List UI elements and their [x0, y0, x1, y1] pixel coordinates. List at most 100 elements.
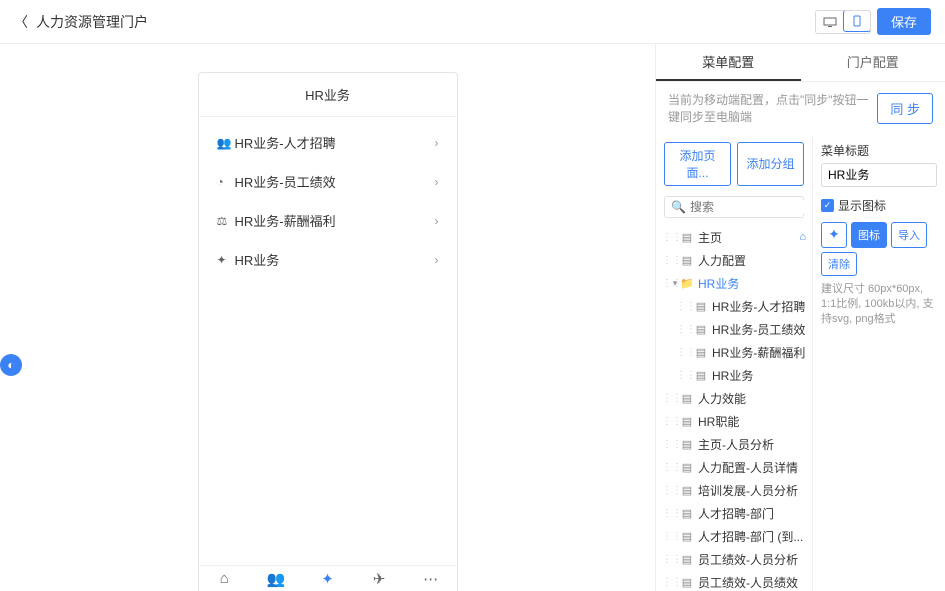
bottom-tab[interactable]: 👥人力配置	[250, 570, 302, 591]
menu-title-label: 菜单标题	[821, 142, 937, 159]
tree-node-icon: ▤	[680, 507, 694, 520]
tree-node-icon: ▤	[680, 254, 694, 267]
save-button[interactable]: 保存	[877, 8, 931, 35]
chevron-right-icon: ›	[435, 253, 439, 267]
drag-handle-icon[interactable]: ⋮⋮	[676, 324, 684, 335]
tree-item[interactable]: ⋮⋮▤HR业务	[656, 364, 812, 387]
drag-handle-icon[interactable]: ⋮⋮	[662, 531, 670, 542]
tree-item[interactable]: ⋮⋮ ▤ HR职能	[656, 410, 812, 433]
drag-handle-icon[interactable]: ⋮⋮	[662, 554, 670, 565]
tree-item[interactable]: ⋮⋮▤人力效能	[656, 387, 812, 410]
tree-item[interactable]: ⋮⋮▤HR业务-员工绩效	[656, 318, 812, 341]
drag-handle-icon[interactable]: ⋮⋮	[662, 577, 670, 588]
menu-item-label: HR业务-薪酬福利	[235, 211, 435, 230]
drag-handle-icon[interactable]: ⋮⋮	[662, 393, 670, 404]
device-desktop-button[interactable]	[816, 11, 844, 33]
tree-node-icon: ▤	[680, 392, 694, 405]
phone-bottom-tabs: ⌂主页👥人力配置✦HR业务✈人力效能⋯更多	[199, 565, 457, 591]
tree-node-icon: ▤	[680, 553, 694, 566]
icon-select-button[interactable]: 图标	[851, 222, 887, 248]
phone-menu-item[interactable]: ◔HR业务-员工绩效›	[199, 162, 457, 201]
bottom-tab[interactable]: ✈人力效能	[353, 570, 405, 591]
tree-item[interactable]: ⋮⋮ ▤ 员工绩效-人员分析	[656, 548, 812, 571]
drag-handle-icon[interactable]: ⋮⋮	[662, 232, 670, 243]
drag-handle-icon[interactable]: ⋮⋮	[662, 485, 670, 496]
tree-node-icon: ▤	[680, 530, 694, 543]
chevron-right-icon: ›	[435, 214, 439, 228]
drag-handle-icon[interactable]: ⋮⋮	[676, 347, 684, 358]
drag-handle-icon[interactable]: ⋮⋮	[662, 416, 670, 427]
search-icon: 🔍	[671, 200, 686, 214]
drag-handle-icon[interactable]: ⋮⋮	[662, 278, 670, 289]
menu-item-icon: ⚖	[217, 214, 235, 228]
menu-item-label: HR业务-人才招聘	[235, 133, 435, 152]
drag-handle-icon[interactable]: ⋮⋮	[662, 255, 670, 266]
tab-icon: ✦	[321, 570, 334, 588]
tab-menu-config[interactable]: 菜单配置	[656, 44, 801, 81]
phone-preview: HR业务 👥HR业务-人才招聘›◔HR业务-员工绩效›⚖HR业务-薪酬福利›✦H…	[198, 72, 458, 591]
tree-item[interactable]: ⋮⋮ ▤ 培训发展-人员分析	[656, 479, 812, 502]
topbar: 〈 人力资源管理门户 保存	[0, 0, 945, 44]
tree-item[interactable]: ⋮⋮▤员工绩效-人员绩效	[656, 571, 812, 591]
tree-node-icon: ▤	[694, 369, 708, 382]
icon-preview[interactable]: ✦	[821, 222, 847, 248]
tree-item[interactable]: ⋮⋮▤人才招聘-部门	[656, 502, 812, 525]
show-icon-checkbox[interactable]: ✓	[821, 199, 834, 212]
phone-menu-item[interactable]: ✦HR业务›	[199, 240, 457, 279]
tree-item[interactable]: ⋮⋮▾📁HR业务	[656, 272, 812, 295]
tree-node-label: HR业务-人才招聘	[712, 298, 806, 315]
phone-menu-list: 👥HR业务-人才招聘›◔HR业务-员工绩效›⚖HR业务-薪酬福利›✦HR业务›	[199, 117, 457, 565]
add-page-button[interactable]: 添加页面...	[664, 142, 731, 186]
phone-menu-item[interactable]: ⚖HR业务-薪酬福利›	[199, 201, 457, 240]
search-input[interactable]	[690, 200, 813, 214]
tree-node-icon: ▤	[680, 415, 694, 428]
drag-handle-icon[interactable]: ⋮⋮	[676, 370, 684, 381]
show-icon-label: 显示图标	[838, 197, 886, 214]
drag-handle-icon[interactable]: ⋮⋮	[662, 462, 670, 473]
device-mobile-button[interactable]	[843, 10, 871, 32]
menu-item-label: HR业务	[235, 250, 435, 269]
sync-hint-text: 当前为移动端配置，点击"同步"按钮一键同步至电脑端	[668, 92, 869, 126]
drag-handle-icon[interactable]: ⋮⋮	[662, 439, 670, 450]
tree-node-label: HR职能	[698, 413, 806, 430]
tree-node-icon: ▤	[680, 576, 694, 589]
tree-node-icon: 📁	[680, 277, 694, 290]
tree-node-label: 人才招聘-部门 (到...	[698, 528, 806, 545]
bottom-tab[interactable]: ✦HR业务	[302, 570, 354, 591]
sync-button[interactable]: 同 步	[877, 93, 933, 124]
tab-icon: 👥	[267, 570, 286, 588]
bottom-tab[interactable]: ⋯更多	[405, 570, 457, 591]
tree-node-icon: ▤	[680, 438, 694, 451]
icon-clear-button[interactable]: 清除	[821, 252, 857, 276]
add-group-button[interactable]: 添加分组	[737, 142, 804, 186]
expand-icon[interactable]: ▾	[670, 278, 680, 289]
tree-node-label: 培训发展-人员分析	[698, 482, 806, 499]
tab-portal-config[interactable]: 门户配置	[801, 44, 945, 81]
tree-node-icon: ▤	[680, 484, 694, 497]
phone-header-title: HR业务	[199, 73, 457, 117]
tab-icon: ✈	[373, 570, 386, 588]
mobile-icon	[853, 15, 861, 27]
tree-item[interactable]: ⋮⋮▤人力配置-人员详情	[656, 456, 812, 479]
tree-item[interactable]: ⋮⋮ ▤ 人才招聘-部门 (到...	[656, 525, 812, 548]
tree-node-label: 人力配置	[698, 252, 806, 269]
side-collapse-button[interactable]: ◐	[0, 354, 22, 376]
tree-node-label: 员工绩效-人员分析	[698, 551, 806, 568]
menu-item-icon: ✦	[217, 253, 235, 267]
drag-handle-icon[interactable]: ⋮⋮	[676, 301, 684, 312]
tree-item[interactable]: ⋮⋮▤主页⌂	[656, 226, 812, 249]
bottom-tab[interactable]: ⌂主页	[199, 570, 251, 591]
tree-item[interactable]: ⋮⋮▤HR业务-薪酬福利	[656, 341, 812, 364]
tree-item[interactable]: ⋮⋮ ▤ HR业务-人才招聘	[656, 295, 812, 318]
back-icon[interactable]: 〈	[14, 12, 28, 32]
phone-menu-item[interactable]: 👥HR业务-人才招聘›	[199, 123, 457, 162]
page-title: 人力资源管理门户	[36, 12, 148, 32]
search-input-wrapper[interactable]: 🔍	[664, 196, 804, 218]
tree-item[interactable]: ⋮⋮▤主页-人员分析	[656, 433, 812, 456]
tree-item[interactable]: ⋮⋮ ▤ 人力配置	[656, 249, 812, 272]
menu-title-input[interactable]	[821, 163, 937, 187]
config-panel: 菜单配置 门户配置 当前为移动端配置，点击"同步"按钮一键同步至电脑端 同 步 …	[655, 44, 945, 591]
tree-node-icon: ▤	[694, 300, 708, 313]
drag-handle-icon[interactable]: ⋮⋮	[662, 508, 670, 519]
icon-import-button[interactable]: 导入	[891, 222, 927, 248]
